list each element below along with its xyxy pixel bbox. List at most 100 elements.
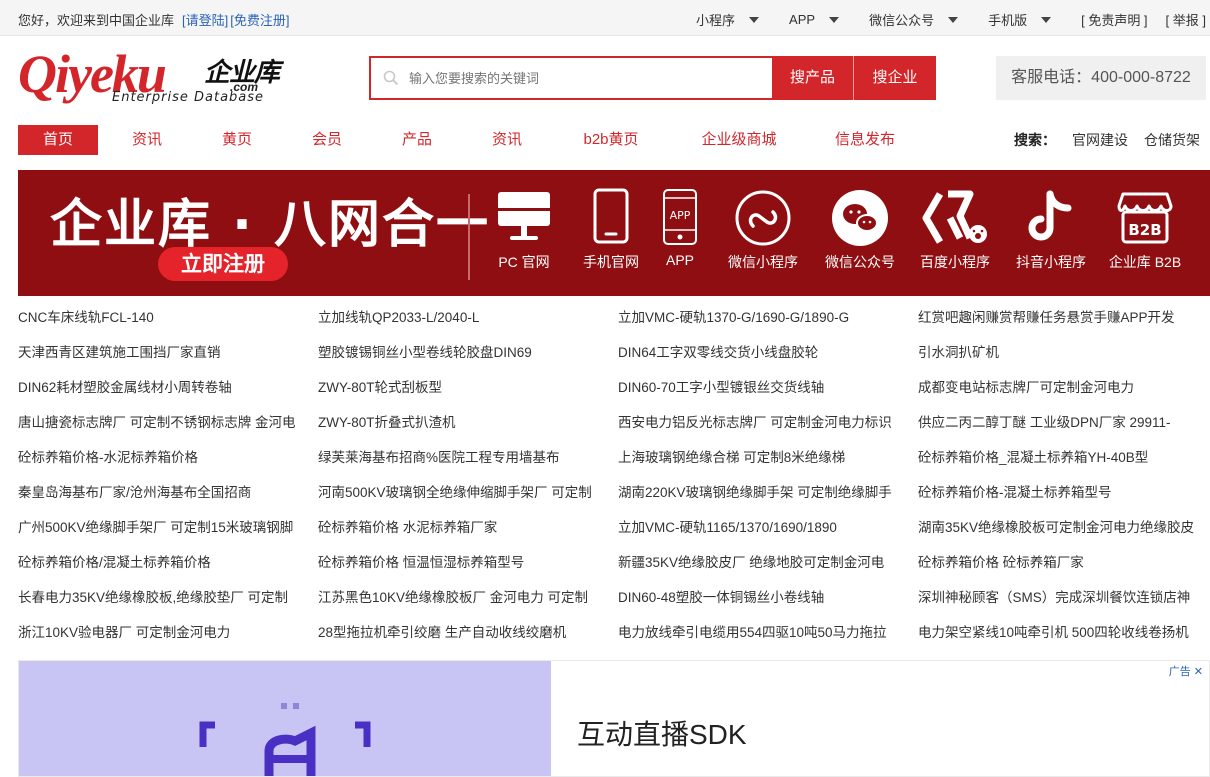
- menu-app[interactable]: APP: [789, 10, 840, 29]
- top-right-menu: 小程序 APP 微信公众号 手机版 [ 免责声明 ] [ 举报 ]: [666, 10, 1210, 29]
- login-link[interactable]: [请登陆]: [182, 13, 228, 28]
- product-link[interactable]: DIN60-48塑胶一体铜锡丝小卷线轴: [618, 580, 908, 615]
- product-link[interactable]: 深圳神秘顾客（SMS）完成深圳餐饮连锁店神: [918, 580, 1208, 615]
- search-box: 搜产品 搜企业: [369, 56, 936, 100]
- product-link[interactable]: 江苏黑色10KV绝缘橡胶板厂 金河电力 可定制: [318, 580, 608, 615]
- report-link[interactable]: [ 举报 ]: [1166, 10, 1206, 29]
- product-link[interactable]: 红赏吧趣闲赚赏帮赚任务悬赏手赚APP开发: [918, 300, 1208, 335]
- banner-item-b2b: B2B 企业库 B2B: [1106, 186, 1184, 272]
- product-link[interactable]: 立加VMC-硬轨1165/1370/1690/1890: [618, 510, 908, 545]
- hot-search: 搜索： 官网建设 仓储货架: [1014, 125, 1200, 155]
- nav-news[interactable]: 资讯: [122, 125, 172, 155]
- chevron-down-icon: [948, 16, 959, 23]
- hot-search-label: 搜索：: [1014, 132, 1056, 148]
- product-link[interactable]: 引水洞扒矿机: [918, 335, 1208, 370]
- product-link[interactable]: 新疆35KV绝缘胶皮厂 绝缘地胶可定制金河电: [618, 545, 908, 580]
- menu-mobile[interactable]: 手机版: [988, 10, 1052, 29]
- hot-search-link[interactable]: 官网建设: [1072, 132, 1128, 148]
- promo-banner[interactable]: 企业库 · 八网合一 立即注册 PC 官网 手机官网 APP APP 微信小程序…: [18, 170, 1210, 296]
- nav-home[interactable]: 首页: [18, 125, 98, 155]
- product-link[interactable]: DIN64工字双零线交货小线盘胶轮: [618, 335, 908, 370]
- nav-enterprise-mall[interactable]: 企业级商城: [694, 125, 784, 155]
- banner-headline: 企业库 · 八网合一: [50, 195, 490, 255]
- search-company-button[interactable]: 搜企业: [854, 56, 936, 100]
- product-link[interactable]: 塑胶镀锡铜丝小型卷线轮胶盘DIN69: [318, 335, 608, 370]
- nav-products[interactable]: 产品: [392, 125, 442, 155]
- product-link[interactable]: 绿芙莱海基布招商%医院工程专用墙基布: [318, 440, 608, 475]
- greeting-text: 您好，欢迎来到中国企业库: [18, 13, 175, 28]
- register-link[interactable]: [免费注册]: [230, 13, 289, 28]
- product-link[interactable]: 电力架空紧线10吨牵引机 500四轮收线卷扬机: [918, 615, 1208, 650]
- site-logo[interactable]: Qiyeku 企业库 .com Enterprise Database: [18, 44, 293, 108]
- product-link[interactable]: 上海玻璃钢绝缘合梯 可定制8米绝缘梯: [618, 440, 908, 475]
- product-link[interactable]: 湖南35KV绝缘橡胶板可定制金河电力绝缘胶皮: [918, 510, 1208, 545]
- product-link[interactable]: 河南500KV玻璃钢全绝缘伸缩脚手架厂 可定制: [318, 475, 608, 510]
- nav-publish[interactable]: 信息发布: [828, 125, 902, 155]
- search-product-button[interactable]: 搜产品: [772, 56, 854, 100]
- product-link[interactable]: 电力放线牵引电缆用554四驱10吨50马力拖拉: [618, 615, 908, 650]
- product-link[interactable]: 长春电力35KV绝缘橡胶板,绝缘胶垫厂 可定制: [18, 580, 308, 615]
- ad-title: 互动直播SDK: [577, 719, 747, 750]
- wechat-icon: [832, 190, 888, 246]
- banner-item-app: APP APP: [662, 186, 698, 268]
- product-link[interactable]: 立加VMC-硬轨1370-G/1690-G/1890-G: [618, 300, 908, 335]
- product-link[interactable]: 西安电力铝反光标志牌厂 可定制金河电力标识: [618, 405, 908, 440]
- chevron-down-icon: [829, 16, 840, 23]
- nav-news-2[interactable]: 资讯: [482, 125, 532, 155]
- monitor-icon: [498, 192, 550, 240]
- banner-item-douyin: 抖音小程序: [1013, 186, 1089, 272]
- chevron-down-icon: [749, 16, 760, 23]
- app-icon: APP: [663, 189, 697, 245]
- product-link[interactable]: 天津西青区建筑施工围挡厂家直销: [18, 335, 308, 370]
- product-links-grid: CNC车床线轨FCL-140 立加线轨QP2033-L/2040-L 立加VMC-硬…: [18, 300, 1210, 650]
- ad-close-tag[interactable]: 广告 ✕: [1169, 663, 1203, 679]
- hot-search-link[interactable]: 仓储货架: [1144, 132, 1200, 148]
- product-link[interactable]: 砼标养箱价格/混凝土标养箱价格: [18, 545, 308, 580]
- product-link[interactable]: 浙江10KV验电器厂 可定制金河电力: [18, 615, 308, 650]
- product-link[interactable]: 砼标养箱价格 恒温恒湿标养箱型号: [318, 545, 608, 580]
- product-link[interactable]: 广州500KV绝缘脚手架厂 可定制15米玻璃钢脚: [18, 510, 308, 545]
- banner-item-pc: PC 官网: [496, 186, 552, 272]
- product-link[interactable]: 砼标养箱价格_混凝土标养箱YH-40B型: [918, 440, 1208, 475]
- product-link[interactable]: DIN60-70工字小型镀银丝交货线轴: [618, 370, 908, 405]
- product-link[interactable]: 砼标养箱价格-水泥标养箱价格: [18, 440, 308, 475]
- nav-members[interactable]: 会员: [302, 125, 352, 155]
- logo-tagline: Enterprise Database: [112, 90, 265, 105]
- product-link[interactable]: 唐山搪瓷标志牌厂 可定制不锈钢标志牌 金河电: [18, 405, 308, 440]
- product-link[interactable]: 立加线轨QP2033-L/2040-L: [318, 300, 608, 335]
- product-link[interactable]: 砼标养箱价格-混凝土标养箱型号: [918, 475, 1208, 510]
- nav-yellowpages[interactable]: 黄页: [212, 125, 262, 155]
- greeting: 您好，欢迎来到中国企业库 [请登陆] [免费注册]: [18, 10, 289, 29]
- search-icon: [383, 70, 399, 86]
- product-link[interactable]: ZWY-80T折叠式扒渣机: [318, 405, 608, 440]
- menu-wechat-official[interactable]: 微信公众号: [869, 10, 959, 29]
- product-link[interactable]: 28型拖拉机牵引绞磨 生产自动收线绞磨机: [318, 615, 608, 650]
- wechat-miniprogram-icon: [735, 190, 791, 246]
- banner-item-miniprogram: 微信小程序: [721, 186, 805, 272]
- product-link[interactable]: 秦皇岛海基布厂家/沧州海基布全国招商: [18, 475, 308, 510]
- search-input[interactable]: [409, 58, 769, 98]
- b2b-store-icon: B2B: [1117, 192, 1173, 244]
- banner-item-baidu: 百度小程序: [914, 186, 996, 272]
- banner-divider: [468, 194, 470, 280]
- main-nav: 首页 资讯 黄页 会员 产品 资讯 b2b黄页 企业级商城 信息发布 搜索： 官网…: [18, 125, 1210, 155]
- svg-text:APP: APP: [670, 209, 691, 222]
- ad-image: [19, 661, 551, 776]
- product-link[interactable]: 湖南220KV玻璃钢绝缘脚手架 可定制绝缘脚手: [618, 475, 908, 510]
- nav-b2b-yellowpages[interactable]: b2b黄页: [576, 125, 646, 155]
- menu-miniprogram[interactable]: 小程序: [696, 10, 760, 29]
- douyin-icon: [1028, 190, 1072, 241]
- ad-illustration: [199, 703, 371, 776]
- product-link[interactable]: 成都变电站标志牌厂可定制金河电力: [918, 370, 1208, 405]
- ad-banner[interactable]: 互动直播SDK 广告 ✕: [18, 660, 1210, 777]
- product-link[interactable]: 砼标养箱价格 水泥标养箱厂家: [318, 510, 608, 545]
- product-link[interactable]: DIN62耗材塑胶金属线材小周转卷轴: [18, 370, 308, 405]
- product-link[interactable]: 供应二丙二醇丁醚 工业级DPN厂家 29911-: [918, 405, 1208, 440]
- product-link[interactable]: 砼标养箱价格 砼标养箱厂家: [918, 545, 1208, 580]
- disclaimer-link[interactable]: [ 免责声明 ]: [1081, 10, 1147, 29]
- banner-item-wechat: 微信公众号: [822, 186, 898, 272]
- product-link[interactable]: ZWY-80T轮式刮板型: [318, 370, 608, 405]
- top-bar: 您好，欢迎来到中国企业库 [请登陆] [免费注册] 小程序 APP 微信公众号 手机…: [0, 0, 1210, 36]
- product-link[interactable]: CNC车床线轨FCL-140: [18, 300, 308, 335]
- banner-register-button[interactable]: 立即注册: [158, 247, 288, 281]
